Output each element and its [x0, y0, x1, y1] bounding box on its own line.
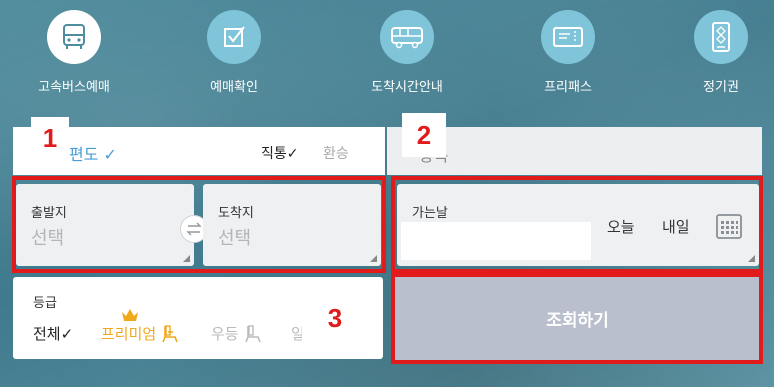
annotation-tag-2: 2 [402, 113, 446, 157]
nav-label: 예매확인 [210, 80, 258, 95]
corner-indicator-icon [370, 255, 377, 262]
swap-arrows-icon [186, 222, 202, 236]
departure-value: 선택 [31, 228, 65, 249]
nav-label: 정기권 [703, 80, 739, 95]
transfer-option[interactable]: 환승 [323, 143, 349, 163]
pass-card-icon [694, 10, 748, 64]
top-nav: 고속버스예매 예매확인 도착시간안내 프리패스 정기권 [0, 0, 774, 110]
ticket-icon [541, 10, 595, 64]
calendar-icon[interactable] [715, 212, 743, 244]
corner-indicator-icon [183, 255, 190, 262]
bus-icon [47, 10, 101, 64]
grade-label: 등급 [33, 296, 57, 311]
woodeung-label: 우등 [211, 325, 239, 343]
nav-label: 고속버스예매 [38, 80, 110, 95]
departure-date-panel: 가는날 오늘 내일 [397, 184, 759, 266]
corner-indicator-icon [748, 255, 755, 262]
date-input[interactable] [401, 222, 591, 260]
nav-item-arrival-time[interactable]: 도착시간안내 [347, 10, 467, 95]
seat-icon [244, 324, 261, 342]
departure-field[interactable]: 출발지 선택 [16, 184, 194, 266]
bus-clock-icon [380, 10, 434, 64]
premium-label: 프리미엄 [101, 325, 157, 343]
departure-label: 출발지 [31, 206, 67, 221]
date-label: 가는날 [412, 206, 448, 221]
grade-premium-option[interactable]: 프리미엄 [101, 323, 180, 344]
arrival-value: 선택 [218, 228, 252, 249]
nav-item-express-booking[interactable]: 고속버스예매 [14, 10, 134, 95]
nav-item-free-pass[interactable]: 프리패스 [508, 10, 628, 95]
nav-item-booking-check[interactable]: 예매확인 [174, 10, 294, 95]
nav-item-commuter-pass[interactable]: 정기권 [661, 10, 774, 95]
checkbox-icon [207, 10, 261, 64]
grade-woodeung-option[interactable]: 우등 [211, 323, 263, 344]
nav-label: 도착시간안내 [371, 80, 443, 95]
oneway-option[interactable]: 편도 ✓ [69, 141, 117, 165]
arrival-field[interactable]: 도착지 선택 [203, 184, 381, 266]
arrival-label: 도착지 [218, 206, 254, 221]
today-button[interactable]: 오늘 [607, 216, 635, 237]
direct-option[interactable]: 직통✓ [261, 143, 299, 163]
search-button[interactable]: 조회하기 [394, 275, 761, 362]
nav-label: 프리패스 [544, 80, 592, 95]
tomorrow-button[interactable]: 내일 [662, 216, 690, 237]
annotation-tag-1: 1 [31, 117, 69, 159]
premium-seat-icon [162, 324, 178, 342]
grade-all-option[interactable]: 전체✓ [33, 323, 73, 344]
annotation-tag-3: 3 [302, 291, 368, 345]
